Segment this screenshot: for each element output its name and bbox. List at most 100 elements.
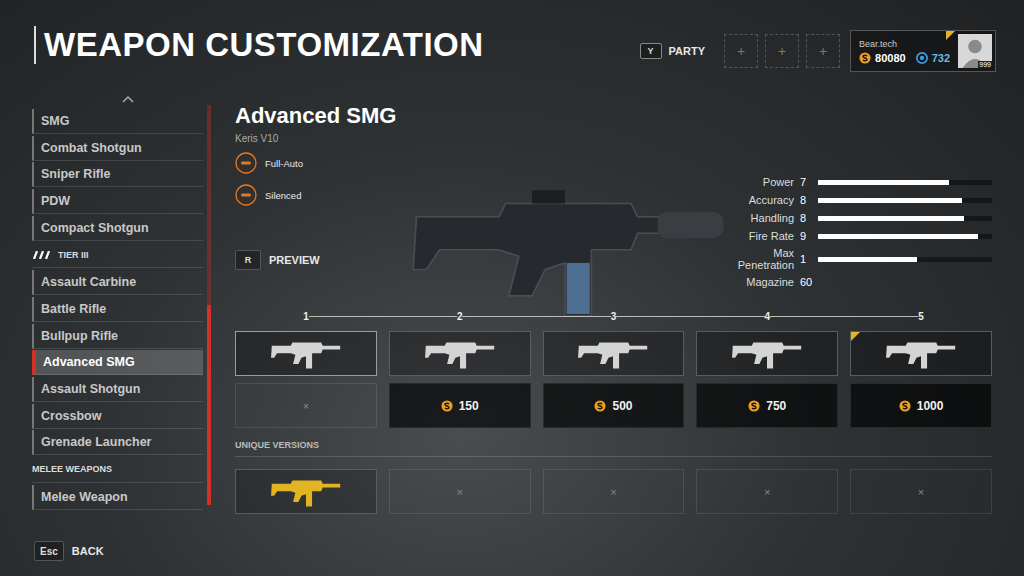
weapon-name: Advanced SMG	[235, 103, 400, 129]
weapon-render[interactable]	[400, 103, 730, 308]
variant-weapon-icon	[268, 335, 344, 373]
variant-number-cell: 1	[235, 311, 377, 322]
credits-icon	[594, 400, 606, 412]
empty-mark: ×	[918, 486, 924, 498]
category-items: SMGCombat ShotgunSniper RiflePDWCompact …	[32, 95, 203, 526]
stat-label: Max Penetration	[730, 247, 800, 271]
preview-label: PREVIEW	[269, 254, 320, 266]
variant-line	[842, 316, 918, 317]
weapon-overview: Advanced SMGKeris V10Full-AutoSilencedRP…	[235, 103, 992, 308]
variant-card[interactable]	[543, 331, 685, 376]
variant-number: 5	[913, 311, 929, 322]
tier-stripes-icon	[32, 251, 52, 259]
stat-label: Power	[730, 176, 800, 188]
variant-unlock[interactable]: 750	[696, 383, 838, 428]
variant-unlock[interactable]: 150	[389, 383, 531, 428]
party: YPARTY+++	[640, 34, 840, 68]
stat-value: 8	[800, 212, 818, 224]
stat-label: Magazine	[730, 276, 800, 288]
sidebar-header-label: TIER III	[58, 250, 89, 260]
sidebar-item[interactable]: Crossbow	[32, 404, 203, 429]
player-card[interactable]: Bear.tech80080732999	[850, 30, 996, 72]
party-label[interactable]: PARTY	[669, 45, 705, 57]
party-slot[interactable]: +	[765, 34, 799, 68]
stat-row: Handling8	[730, 211, 992, 225]
sidebar-item[interactable]: Melee Weapon	[32, 485, 203, 510]
back-label: BACK	[72, 545, 104, 557]
premium-currency: 732	[932, 52, 950, 64]
party-slot[interactable]: +	[806, 34, 840, 68]
variant-line	[535, 316, 611, 317]
sidebar-item[interactable]: PDW	[32, 189, 203, 214]
variant-weapon-icon	[422, 335, 498, 373]
sidebar-item[interactable]: Assault Shotgun	[32, 377, 203, 402]
credits: 80080	[875, 52, 906, 64]
new-corner	[851, 332, 860, 341]
credits-icon	[899, 400, 911, 412]
variant-card[interactable]	[850, 331, 992, 376]
stat-row: Magazine60	[730, 275, 992, 289]
variant-number-cell: 2	[389, 311, 531, 322]
stat-bar	[818, 216, 992, 221]
sidebar-item[interactable]: Bullpup Rifle	[32, 324, 203, 349]
stat-bar	[818, 234, 992, 239]
variant-numbers: 12345	[235, 308, 992, 324]
unique-slot[interactable]	[235, 469, 377, 514]
variant-card[interactable]	[696, 331, 838, 376]
party-slot[interactable]: +	[724, 34, 758, 68]
back-button[interactable]: Esc BACK	[34, 541, 104, 561]
variant-cards	[235, 331, 992, 376]
unique-slot: ×	[543, 469, 685, 514]
variant-card[interactable]	[389, 331, 531, 376]
empty-mark: ×	[456, 486, 462, 498]
preview-button[interactable]: RPREVIEW	[235, 250, 400, 270]
variant-card[interactable]	[235, 331, 377, 376]
variant-weapon-icon	[883, 335, 959, 373]
party-key[interactable]: Y	[640, 43, 662, 59]
sidebar-item[interactable]: Sniper Rifle	[32, 162, 203, 187]
body: SMGCombat ShotgunSniper RiflePDWCompact …	[0, 95, 1024, 526]
variant-unlock[interactable]: 1000	[850, 383, 992, 428]
scroll-up-icon[interactable]	[122, 95, 134, 103]
scrollbar-thumb[interactable]	[207, 305, 211, 505]
sidebar-item[interactable]: Grenade Launcher	[32, 430, 203, 455]
empty-mark: ×	[303, 400, 309, 412]
variant-unlock[interactable]: 500	[543, 383, 685, 428]
stat-label: Accuracy	[730, 194, 800, 206]
sidebar-item[interactable]: Battle Rifle	[32, 297, 203, 322]
player-info: Bear.tech80080732	[859, 39, 950, 64]
premium-icon	[916, 52, 928, 64]
trait-icon	[235, 152, 257, 174]
footer: Esc BACK	[0, 526, 1024, 576]
sidebar-item[interactable]: SMG	[32, 109, 203, 134]
stat-bar-fill	[818, 180, 949, 185]
variants: 12345×1505007501000UNIQUE VERSIONS××××	[235, 308, 992, 514]
weapon-trait: Full-Auto	[235, 152, 400, 174]
sidebar-item[interactable]: Advanced SMG	[32, 350, 203, 375]
variant-line	[309, 316, 385, 317]
back-key: Esc	[34, 541, 64, 561]
credits-icon	[859, 52, 871, 64]
trait-label: Full-Auto	[265, 158, 303, 169]
stat-label: Fire Rate	[730, 230, 800, 242]
screen-title: WEAPON CUSTOMIZATION	[34, 26, 484, 64]
empty-mark: ×	[610, 486, 616, 498]
empty-mark: ×	[764, 486, 770, 498]
variant-price: 1000	[917, 399, 944, 413]
sidebar-item[interactable]: Combat Shotgun	[32, 136, 203, 161]
variant-line	[462, 316, 538, 317]
variant-unlock: ×	[235, 383, 377, 428]
weapon-image-icon	[400, 168, 730, 338]
sidebar-item[interactable]: Assault Carbine	[32, 270, 203, 295]
currencies: 80080 732	[859, 52, 950, 64]
stat-bar-fill	[818, 198, 962, 203]
scrollbar[interactable]	[207, 105, 211, 505]
stat-value: 8	[800, 194, 818, 206]
variant-unlocks: × 150 500750 1000	[235, 383, 992, 428]
credits-icon	[748, 400, 760, 412]
unique-weapon-icon	[268, 473, 344, 511]
sidebar-item[interactable]: Compact Shotgun	[32, 216, 203, 241]
trait-icon	[235, 184, 257, 206]
weapon-category-list: SMGCombat ShotgunSniper RiflePDWCompact …	[32, 95, 211, 526]
sidebar-header: TIER III	[32, 242, 203, 268]
